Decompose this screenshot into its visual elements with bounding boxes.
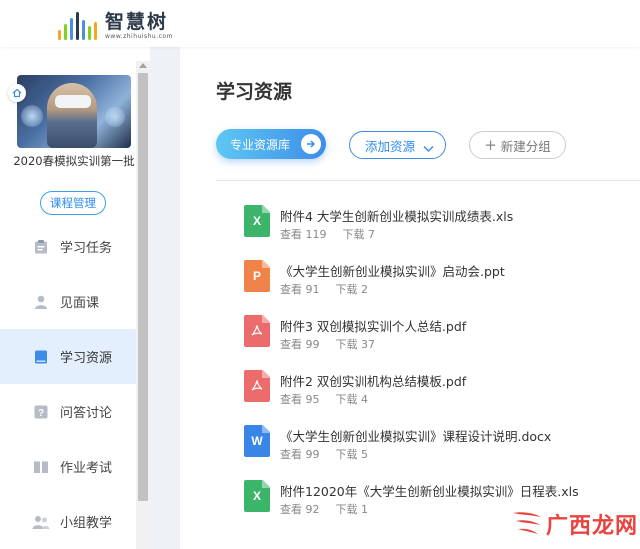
sidebar-item-label: 作业考试 [60,461,113,476]
course-cover-image[interactable] [17,75,131,148]
xls-file-icon: X [244,480,270,512]
file-downloads: 下载 4 [335,393,369,406]
person-icon [32,293,50,311]
sidebar-item-label: 学习任务 [60,241,113,256]
page-title: 学习资源 [216,81,293,103]
resource-library-button[interactable]: 专业资源库 [216,129,326,159]
clipboard-icon [32,238,50,256]
logo-name: 智慧树 [105,11,169,33]
file-downloads: 下载 37 [335,338,376,351]
divider [216,180,640,181]
add-resource-label: 添加资源 [365,138,416,154]
watermark: 广西龙网 [510,506,638,542]
file-views: 查看 91 [280,283,320,296]
home-icon[interactable] [8,84,26,102]
file-name[interactable]: 《大学生创新创业模拟实训》课程设计说明.docx [280,426,551,445]
zhihuishu-logo[interactable]: 智慧树 www.zhihuishu.com [58,4,173,40]
open-book-icon [32,458,50,476]
pdf-file-icon [244,315,270,347]
ppt-file-icon: P [244,260,270,292]
sidebar-nav: 学习任务 见面课 学习资源 ? 问答讨论 作业考试 小组教学 [0,219,136,549]
resource-file-list: X 附件4 大学生创新创业模拟实训成绩表.xls 查看 119 下载 7 P 《大… [244,199,624,529]
file-name[interactable]: 附件12020年《大学生创新创业模拟实训》日程表.xls [280,481,579,500]
sidebar-item-label: 问答讨论 [60,406,113,421]
book-icon [32,348,50,366]
sidebar-item-label: 小组教学 [60,516,113,531]
file-views: 查看 92 [280,503,320,516]
resource-library-label: 专业资源库 [230,137,291,152]
file-item[interactable]: P 《大学生创新创业模拟实训》启动会.ppt 查看 91 下载 2 [244,254,624,309]
file-name[interactable]: 《大学生创新创业模拟实训》启动会.ppt [280,261,505,280]
file-downloads: 下载 1 [335,503,369,516]
file-name[interactable]: 附件4 大学生创新创业模拟实训成绩表.xls [280,206,513,225]
course-title: 2020春模拟实训第一批 [13,154,135,168]
file-downloads: 下载 5 [335,448,369,461]
sidebar-item-label: 学习资源 [60,351,113,366]
file-item[interactable]: 附件3 双创模拟实训个人总结.pdf 查看 99 下载 37 [244,309,624,364]
file-item[interactable]: W 《大学生创新创业模拟实训》课程设计说明.docx 查看 99 下载 5 [244,419,624,474]
file-item[interactable]: 附件2 双创实训机构总结模板.pdf 查看 95 下载 4 [244,364,624,419]
sidebar-item-tasks[interactable]: 学习任务 [0,219,136,274]
file-name[interactable]: 附件2 双创实训机构总结模板.pdf [280,371,466,390]
sidebar-item-group-teaching[interactable]: 小组教学 [0,494,136,549]
sidebar-item-meeting[interactable]: 见面课 [0,274,136,329]
file-views: 查看 119 [280,228,327,241]
add-resource-button[interactable]: 添加资源 [349,131,446,159]
file-views: 查看 99 [280,448,320,461]
arrow-right-icon [301,134,321,154]
scrollbar-thumb[interactable] [138,73,148,501]
file-views: 查看 99 [280,338,320,351]
sidebar-item-resources[interactable]: 学习资源 [0,329,136,384]
svg-text:?: ? [38,408,44,419]
logo-bars-icon [58,12,97,40]
file-name[interactable]: 附件3 双创模拟实训个人总结.pdf [280,316,466,335]
main-content: 学习资源 专业资源库 添加资源 + 新建分组 X 附件4 大学生创新创业模拟实训… [180,47,640,549]
sidebar-scrollbar[interactable] [136,61,150,549]
vr-headset-icon [55,95,91,108]
file-downloads: 下载 2 [335,283,369,296]
new-group-label: 新建分组 [500,138,551,154]
watermark-text: 广西龙网 [546,514,639,539]
sidebar-item-homework[interactable]: 作业考试 [0,439,136,494]
watermark-logo-icon [513,512,541,534]
file-views: 查看 95 [280,393,320,406]
docx-file-icon: W [244,425,270,457]
sidebar: 2020春模拟实训第一批 课程管理 学习任务 见面课 学习资源 ? 问答讨论 作… [0,47,150,549]
group-icon [32,513,50,531]
pdf-file-icon [244,370,270,402]
plus-icon: + [484,136,497,154]
file-item[interactable]: X 附件4 大学生创新创业模拟实训成绩表.xls 查看 119 下载 7 [244,199,624,254]
top-header: 智慧树 www.zhihuishu.com [0,0,640,47]
question-icon: ? [32,403,50,421]
sidebar-item-qa[interactable]: ? 问答讨论 [0,384,136,439]
file-downloads: 下载 7 [342,228,376,241]
sidebar-item-label: 见面课 [60,296,100,311]
logo-url: www.zhihuishu.com [105,33,173,40]
xls-file-icon: X [244,205,270,237]
chevron-down-icon [423,141,434,156]
new-group-button[interactable]: + 新建分组 [469,131,566,159]
scroll-up-arrow-icon[interactable] [139,63,147,68]
course-manage-button[interactable]: 课程管理 [40,191,106,215]
